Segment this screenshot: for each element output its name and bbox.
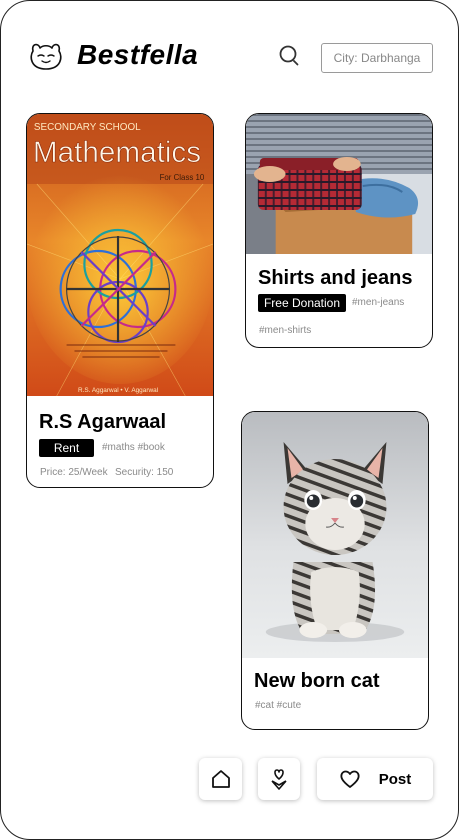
book-title: Mathematics [33, 136, 201, 169]
app-frame: Bestfella City: Darbhanga SECONDARY SCHO… [0, 0, 459, 840]
listing-type-badge: Free Donation [258, 294, 346, 312]
listing-card-clothes[interactable]: Shirts and jeans Free Donation #men-jean… [245, 113, 433, 348]
post-button[interactable]: Post [317, 758, 433, 800]
donations-button[interactable] [258, 758, 300, 800]
city-selector[interactable]: City: Darbhanga [321, 43, 433, 73]
smiling-face-icon [30, 43, 62, 70]
post-label: Post [378, 770, 412, 788]
heart-hand-icon [271, 769, 287, 790]
card-title: R.S Agarwaal [39, 411, 167, 433]
card-hashtags: #maths #book [102, 442, 165, 453]
search-icon[interactable] [278, 44, 302, 68]
listing-type-badge: Rent [39, 439, 94, 457]
home-button[interactable] [199, 758, 242, 800]
listing-card-book[interactable]: SECONDARY SCHOOL Mathematics For Class 1… [26, 113, 214, 488]
card-security: Security: 150 [115, 467, 174, 478]
book-overline: SECONDARY SCHOOL [34, 122, 141, 133]
heart-icon [340, 770, 360, 788]
kitten-photo [242, 412, 428, 658]
card-hashtags: #men-shirts [259, 325, 312, 336]
card-title: New born cat [254, 670, 380, 692]
card-price: Price: 25/Week [40, 467, 108, 478]
card-hashtags-inline: #men-jeans [352, 297, 405, 308]
book-cover-image: SECONDARY SCHOOL Mathematics For Class 1… [27, 114, 213, 396]
listing-card-cat[interactable]: New born cat #cat #cute [241, 411, 429, 730]
clothes-photo [246, 114, 432, 254]
home-icon [211, 770, 230, 788]
brand-name: Bestfella [77, 39, 199, 70]
book-subtitle: For Class 10 [160, 173, 205, 182]
book-authors: R.S. Aggarwal • V. Aggarwal [78, 387, 158, 394]
card-title: Shirts and jeans [258, 267, 413, 289]
card-hashtags: #cat #cute [255, 700, 302, 711]
